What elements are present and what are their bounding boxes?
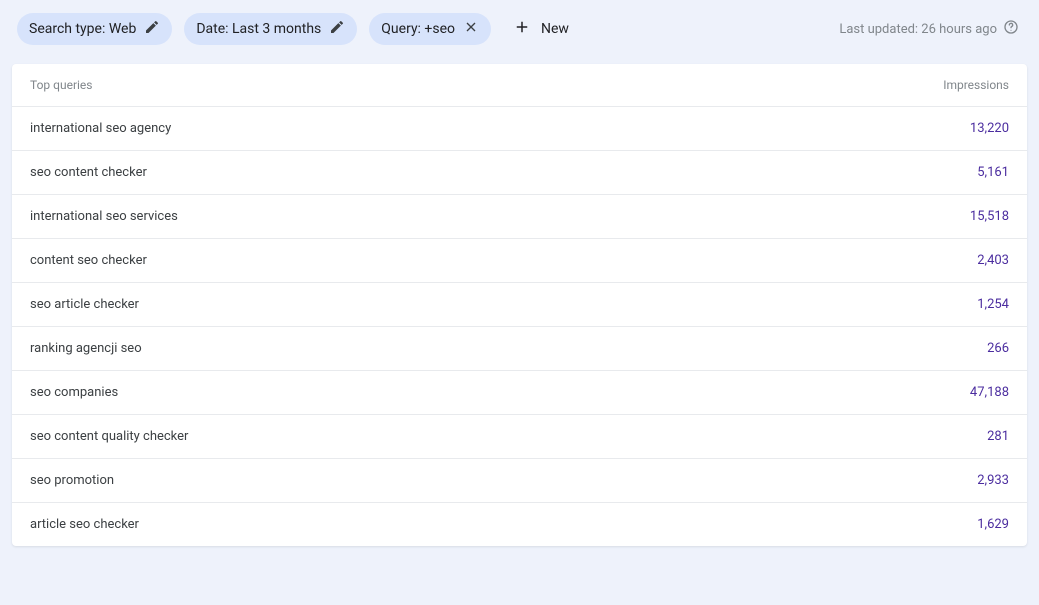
impressions-cell: 266 — [889, 341, 1009, 356]
pencil-icon — [329, 19, 345, 39]
last-updated-text: Last updated: 26 hours ago — [839, 22, 997, 37]
table-row[interactable]: ranking agencji seo266 — [12, 327, 1027, 371]
impressions-cell: 47,188 — [889, 385, 1009, 400]
impressions-cell: 281 — [889, 429, 1009, 444]
impressions-cell: 5,161 — [889, 165, 1009, 180]
query-cell[interactable]: seo companies — [30, 385, 889, 400]
query-cell[interactable]: content seo checker — [30, 253, 889, 268]
queries-table: Top queries Impressions international se… — [12, 64, 1027, 546]
impressions-cell: 13,220 — [889, 121, 1009, 136]
filter-bar: Search type: Web Date: Last 3 months Que… — [0, 0, 1039, 64]
last-updated: Last updated: 26 hours ago — [839, 19, 1019, 39]
table-row[interactable]: seo promotion2,933 — [12, 459, 1027, 503]
filter-chip-date[interactable]: Date: Last 3 months — [184, 13, 357, 45]
table-row[interactable]: seo article checker1,254 — [12, 283, 1027, 327]
plus-icon — [513, 18, 531, 40]
table-row[interactable]: seo content checker5,161 — [12, 151, 1027, 195]
add-filter-label: New — [541, 21, 569, 37]
add-filter-button[interactable]: New — [503, 12, 579, 46]
impressions-cell: 2,933 — [889, 473, 1009, 488]
table-row[interactable]: seo content quality checker281 — [12, 415, 1027, 459]
query-cell[interactable]: seo article checker — [30, 297, 889, 312]
column-header-query[interactable]: Top queries — [30, 78, 889, 92]
table-row[interactable]: article seo checker1,629 — [12, 503, 1027, 546]
table-row[interactable]: seo companies47,188 — [12, 371, 1027, 415]
query-cell[interactable]: seo content quality checker — [30, 429, 889, 444]
query-cell[interactable]: international seo services — [30, 209, 889, 224]
query-cell[interactable]: article seo checker — [30, 517, 889, 532]
impressions-cell: 2,403 — [889, 253, 1009, 268]
filter-chip-query[interactable]: Query: +seo — [369, 13, 491, 45]
pencil-icon — [144, 19, 160, 39]
filter-chip-label: Date: Last 3 months — [196, 21, 321, 37]
table-row[interactable]: content seo checker2,403 — [12, 239, 1027, 283]
query-cell[interactable]: seo promotion — [30, 473, 889, 488]
filter-chip-label: Search type: Web — [29, 21, 136, 37]
column-header-impressions[interactable]: Impressions — [889, 78, 1009, 92]
filter-chip-search-type[interactable]: Search type: Web — [17, 13, 172, 45]
help-icon[interactable] — [1003, 19, 1019, 39]
impressions-cell: 1,629 — [889, 517, 1009, 532]
table-header-row: Top queries Impressions — [12, 64, 1027, 107]
impressions-cell: 1,254 — [889, 297, 1009, 312]
query-cell[interactable]: international seo agency — [30, 121, 889, 136]
impressions-cell: 15,518 — [889, 209, 1009, 224]
query-cell[interactable]: seo content checker — [30, 165, 889, 180]
close-icon[interactable] — [463, 19, 479, 39]
query-cell[interactable]: ranking agencji seo — [30, 341, 889, 356]
filter-chip-label: Query: +seo — [381, 21, 455, 37]
table-row[interactable]: international seo agency13,220 — [12, 107, 1027, 151]
table-row[interactable]: international seo services15,518 — [12, 195, 1027, 239]
